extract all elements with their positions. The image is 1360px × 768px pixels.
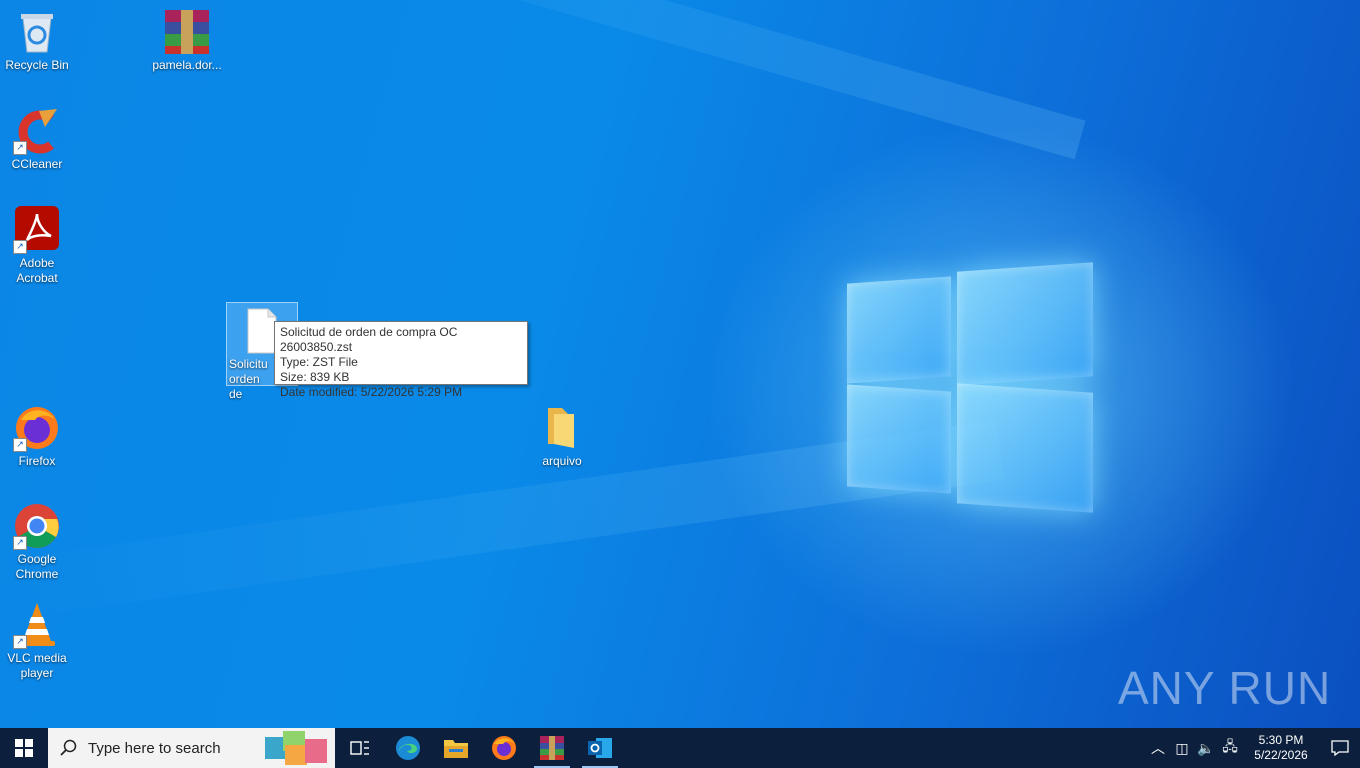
- system-tray: ︿ ◫ 🔈 🖧 5:30 PM 5/22/2026: [1146, 728, 1360, 768]
- tooltip-size: Size: 839 KB: [280, 370, 350, 384]
- tooltip-date-modified: Date modified: 5/22/2026 5:29 PM: [280, 385, 463, 399]
- taskbar-firefox-button[interactable]: [480, 728, 528, 768]
- recycle-bin-icon[interactable]: Recycle Bin: [0, 8, 74, 73]
- vlc-media-player-label: VLC media player: [7, 651, 67, 680]
- shortcut-arrow-icon: ↗: [13, 240, 27, 254]
- network-icon[interactable]: 🖧: [1218, 736, 1242, 760]
- firefox-icon: [492, 736, 516, 760]
- shortcut-arrow-icon: ↗: [13, 635, 27, 649]
- light-beam: [209, 0, 1086, 160]
- notification-center-button[interactable]: [1320, 728, 1360, 768]
- search-placeholder: Type here to search: [88, 739, 221, 757]
- zst-file-label: Solicitu orden de: [229, 357, 268, 401]
- desktop-background: Recycle Bin pamela.dor... ↗ CCleaner ↗ A…: [0, 0, 1360, 728]
- shortcut-arrow-icon: ↗: [13, 141, 27, 155]
- file-tooltip: Solicitud de orden de compra OC 26003850…: [274, 321, 528, 399]
- search-highlight-puzzle-icon: [265, 731, 327, 765]
- google-chrome-label: Google Chrome: [15, 552, 59, 581]
- shortcut-arrow-icon: ↗: [13, 438, 27, 452]
- winrar-glyph: [163, 8, 211, 56]
- shortcut-arrow-icon: ↗: [13, 536, 27, 550]
- chevron-up-icon[interactable]: ︿: [1146, 738, 1170, 758]
- tooltip-filename: Solicitud de orden de compra OC 26003850…: [280, 325, 458, 354]
- firefox-label: Firefox: [18, 454, 56, 468]
- acrobat-glyph: ↗: [13, 206, 61, 254]
- recycle-bin-label: Recycle Bin: [5, 58, 69, 72]
- meet-now-icon[interactable]: ◫: [1170, 740, 1194, 757]
- taskbar-edge-button[interactable]: [384, 728, 432, 768]
- winrar-archive-icon[interactable]: pamela.dor...: [150, 8, 224, 73]
- firefox-icon[interactable]: ↗ Firefox: [0, 404, 74, 469]
- arquivo-folder-icon[interactable]: arquivo: [525, 404, 599, 469]
- taskbar-outlook-button[interactable]: [576, 728, 624, 768]
- volume-icon[interactable]: 🔈: [1194, 740, 1218, 757]
- arquivo-folder-label: arquivo: [542, 454, 582, 468]
- taskbar-file-explorer-button[interactable]: [432, 728, 480, 768]
- vlc-media-player-icon[interactable]: ↗ VLC media player: [0, 601, 74, 681]
- outlook-icon: [588, 738, 612, 758]
- adobe-acrobat-icon[interactable]: ↗ Adobe Acrobat: [0, 206, 74, 286]
- google-chrome-icon[interactable]: ↗ Google Chrome: [0, 502, 74, 582]
- adobe-acrobat-label: Adobe Acrobat: [16, 256, 58, 285]
- clock-time: 5:30 PM: [1258, 733, 1304, 747]
- taskbar-winrar-button[interactable]: [528, 728, 576, 768]
- ccleaner-icon[interactable]: ↗ CCleaner: [0, 107, 74, 172]
- task-view-icon: [350, 741, 369, 755]
- clock-date: 5/22/2026: [1254, 748, 1308, 762]
- winrar-archive-label: pamela.dor...: [152, 58, 222, 72]
- chrome-glyph: ↗: [13, 502, 61, 550]
- notification-icon: [1331, 740, 1349, 756]
- ccleaner-glyph: ↗: [13, 107, 61, 155]
- taskbar: Type here to search ︿ ◫ 🔈 🖧 5:30 PM 5/22…: [0, 728, 1360, 768]
- anyrun-watermark: ANY RUN: [1118, 656, 1331, 720]
- windows-logo-wallpaper: [840, 255, 1100, 515]
- task-view-button[interactable]: [336, 728, 384, 768]
- file-explorer-icon: [444, 740, 468, 758]
- tooltip-type: Type: ZST File: [280, 355, 358, 369]
- vlc-cone-glyph: ↗: [13, 601, 61, 649]
- taskbar-clock[interactable]: 5:30 PM 5/22/2026: [1242, 733, 1320, 763]
- watermark-text: ANY RUN: [1118, 662, 1332, 714]
- search-icon: [60, 739, 77, 756]
- folder-glyph: [538, 404, 586, 452]
- winrar-icon: [540, 736, 564, 760]
- edge-icon: [396, 736, 420, 760]
- recycle-bin-glyph: [13, 8, 61, 56]
- ccleaner-label: CCleaner: [11, 157, 63, 171]
- firefox-glyph: ↗: [13, 404, 61, 452]
- windows-start-icon: [15, 739, 33, 757]
- taskbar-search-box[interactable]: Type here to search: [48, 728, 335, 768]
- start-button[interactable]: [0, 728, 48, 768]
